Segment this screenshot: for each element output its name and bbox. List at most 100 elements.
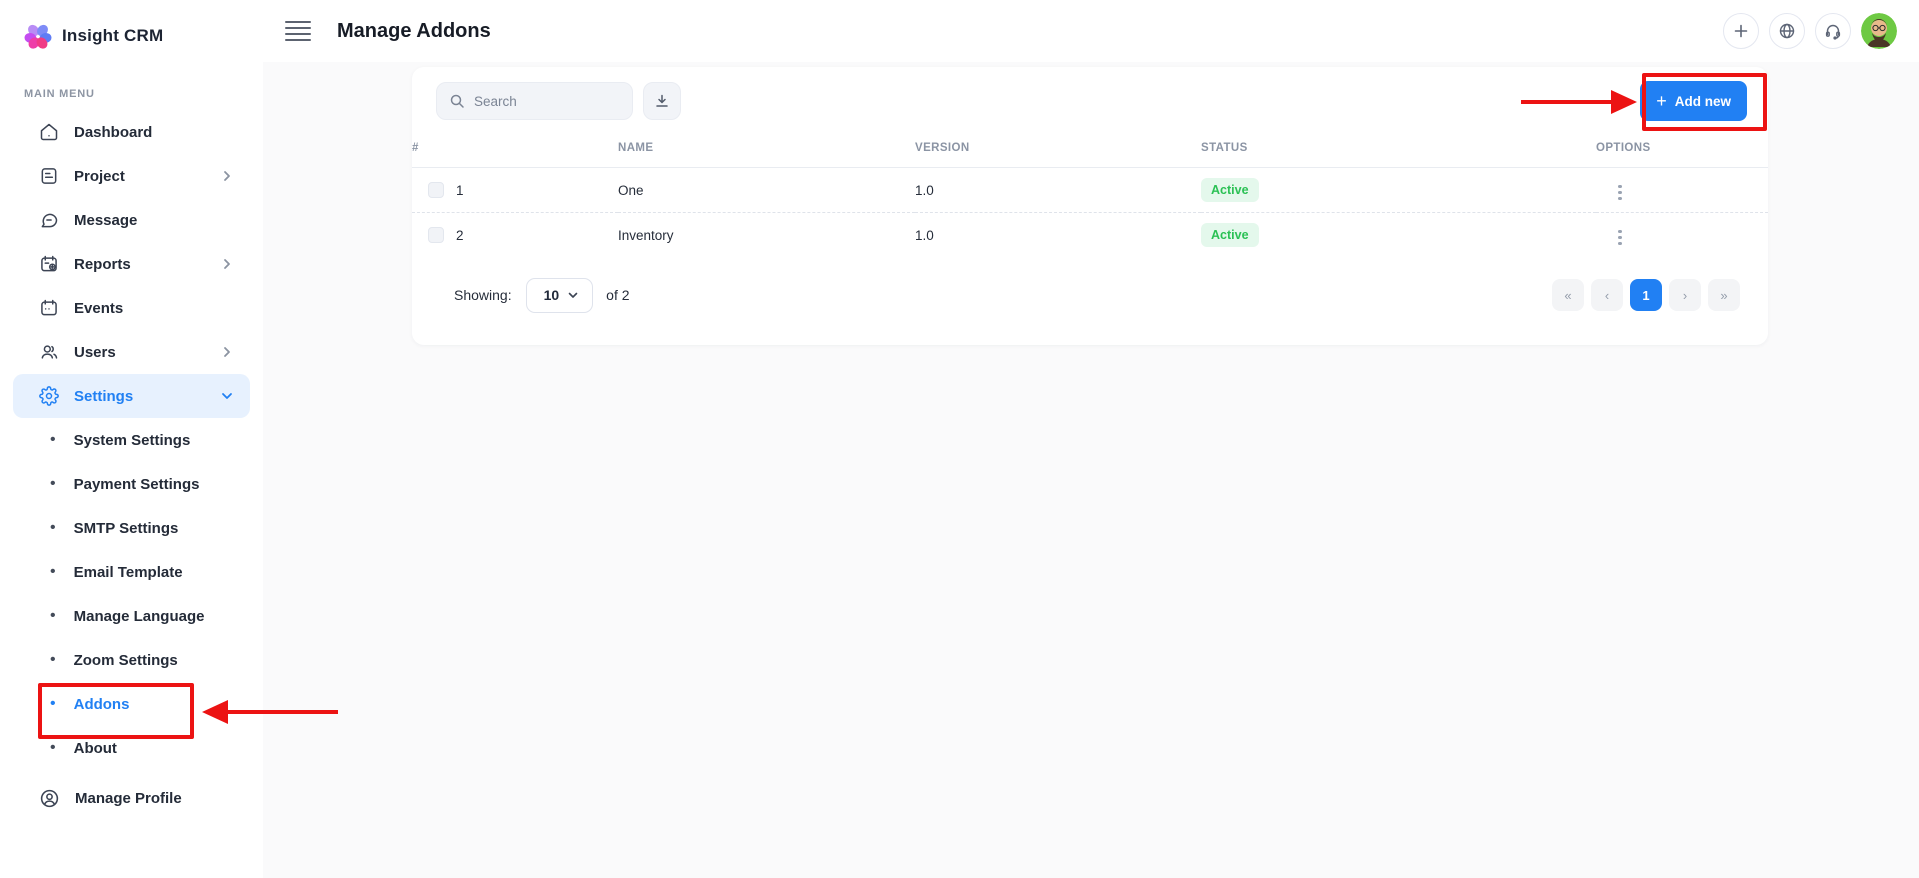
status-badge: Active (1201, 223, 1259, 247)
download-icon (654, 93, 670, 109)
submenu-item-smtp-settings[interactable]: • SMTP Settings (0, 506, 263, 550)
bullet-icon: • (50, 432, 56, 448)
submenu-item-about[interactable]: • About (0, 726, 263, 770)
plus-icon: + (1656, 92, 1667, 110)
sidebar-section-label: MAIN MENU (24, 88, 263, 100)
add-new-label: Add new (1675, 94, 1731, 109)
row-checkbox[interactable] (428, 227, 444, 243)
sidebar-item-project[interactable]: Project (13, 154, 250, 198)
column-header-version: VERSION (915, 142, 1201, 168)
submenu-item-label: System Settings (74, 432, 191, 449)
submenu-item-label: Payment Settings (74, 476, 200, 493)
flower-logo-icon (24, 22, 52, 50)
column-header-num: # (412, 142, 618, 168)
sidebar-item-label: Settings (74, 388, 133, 405)
bullet-icon: • (50, 696, 56, 712)
addon-version: 1.0 (915, 168, 1201, 213)
addon-name: Inventory (618, 213, 915, 258)
submenu-item-label: Manage Language (74, 608, 205, 625)
project-icon (39, 166, 59, 186)
sidebar-item-reports[interactable]: Reports (13, 242, 250, 286)
hamburger-menu-icon[interactable] (285, 21, 311, 41)
sidebar-item-label: Reports (74, 256, 131, 273)
row-checkbox[interactable] (428, 182, 444, 198)
page-size-select[interactable]: 10 (526, 278, 594, 313)
row-options-kebab-icon[interactable] (1610, 226, 1630, 250)
pagination-next-button[interactable]: › (1669, 279, 1701, 311)
card-toolbar: + Add new (412, 67, 1768, 121)
submenu-item-manage-language[interactable]: • Manage Language (0, 594, 263, 638)
sidebar-item-settings[interactable]: Settings (13, 374, 250, 418)
table-header-row: # NAME VERSION STATUS OPTIONS (412, 142, 1768, 168)
headset-icon (1824, 22, 1842, 40)
bullet-icon: • (50, 608, 56, 624)
submenu-item-email-template[interactable]: • Email Template (0, 550, 263, 594)
submenu-item-addons[interactable]: • Addons (0, 682, 263, 726)
events-icon (39, 298, 59, 318)
submenu-item-zoom-settings[interactable]: • Zoom Settings (0, 638, 263, 682)
card-footer: Showing: 10 of 2 « ‹ 1 › » (412, 258, 1768, 313)
submenu-item-label: Email Template (74, 564, 183, 581)
user-circle-icon (39, 788, 60, 809)
submenu-item-system-settings[interactable]: • System Settings (0, 418, 263, 462)
app-logo[interactable]: Insight CRM (0, 0, 263, 50)
sidebar-item-label: Project (74, 168, 125, 185)
column-header-options: OPTIONS (1596, 142, 1768, 168)
add-new-button[interactable]: + Add new (1640, 81, 1747, 121)
user-avatar[interactable] (1861, 13, 1897, 49)
table-row: 1 One 1.0 Active (412, 168, 1768, 213)
pagination-last-button[interactable]: » (1708, 279, 1740, 311)
bullet-icon: • (50, 520, 56, 536)
status-badge: Active (1201, 178, 1259, 202)
chevron-right-icon (220, 169, 234, 183)
sidebar: Insight CRM MAIN MENU Dashboard Project (0, 0, 263, 878)
addons-table: # NAME VERSION STATUS OPTIONS 1 (412, 142, 1768, 258)
bullet-icon: • (50, 652, 56, 668)
globe-icon (1778, 22, 1796, 40)
row-options-kebab-icon[interactable] (1610, 181, 1630, 205)
home-icon (39, 122, 59, 142)
sidebar-item-label: Users (74, 344, 116, 361)
addon-version: 1.0 (915, 213, 1201, 258)
sidebar-item-manage-profile[interactable]: Manage Profile (13, 776, 250, 820)
chevron-right-icon (220, 345, 234, 359)
sidebar-item-events[interactable]: Events (13, 286, 250, 330)
showing-label: Showing: (454, 287, 512, 303)
sidebar-item-users[interactable]: Users (13, 330, 250, 374)
submenu-item-payment-settings[interactable]: • Payment Settings (0, 462, 263, 506)
table-row: 2 Inventory 1.0 Active (412, 213, 1768, 258)
app-title: Insight CRM (62, 26, 163, 46)
language-button[interactable] (1769, 13, 1805, 49)
sidebar-item-message[interactable]: Message (13, 198, 250, 242)
page-title: Manage Addons (337, 20, 491, 43)
bullet-icon: • (50, 564, 56, 580)
search-icon (449, 93, 465, 109)
users-icon (39, 342, 59, 362)
bullet-icon: • (50, 476, 56, 492)
row-number: 1 (456, 183, 464, 198)
search-box (436, 82, 633, 120)
export-button[interactable] (643, 82, 681, 120)
bullet-icon: • (50, 740, 56, 756)
support-button[interactable] (1815, 13, 1851, 49)
submenu-item-label: Addons (74, 696, 130, 713)
search-input[interactable] (474, 94, 614, 109)
sidebar-item-label: Dashboard (74, 124, 152, 141)
sidebar-item-dashboard[interactable]: Dashboard (13, 110, 250, 154)
sidebar-item-label: Manage Profile (75, 790, 182, 807)
avatar-image-icon (1861, 13, 1897, 49)
topbar-actions (1723, 13, 1897, 49)
pagination-prev-button[interactable]: ‹ (1591, 279, 1623, 311)
pagination-first-button[interactable]: « (1552, 279, 1584, 311)
message-icon (39, 210, 59, 230)
quick-add-button[interactable] (1723, 13, 1759, 49)
column-header-name: NAME (618, 142, 915, 168)
app-root: Insight CRM MAIN MENU Dashboard Project (0, 0, 1919, 878)
settings-gear-icon (39, 386, 59, 406)
submenu-item-label: About (74, 740, 117, 757)
addon-name: One (618, 168, 915, 213)
plus-icon (1732, 22, 1750, 40)
pagination-page-1-button[interactable]: 1 (1630, 279, 1662, 311)
total-count-label: of 2 (606, 287, 629, 303)
page-size-value: 10 (544, 287, 560, 303)
